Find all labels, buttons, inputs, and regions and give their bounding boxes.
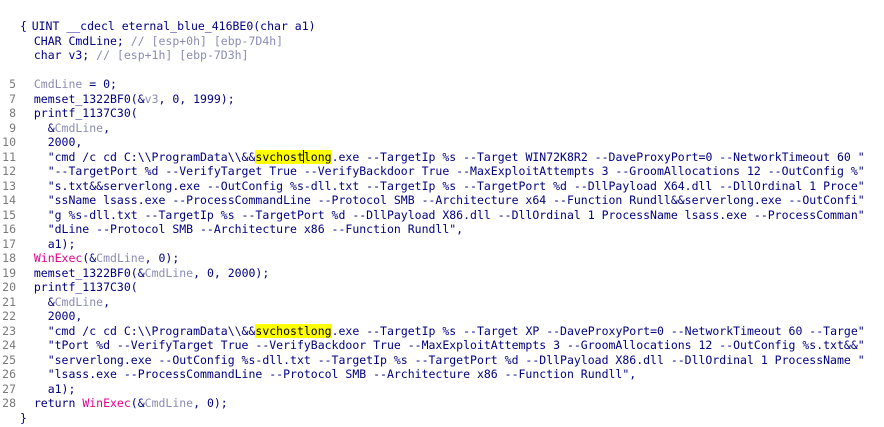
code-token: printf_1137C30 (20, 106, 131, 120)
code-token: "cmd /c cd C:\\ProgramData\\&& (20, 149, 256, 164)
code-token: 2000, (20, 135, 83, 149)
code-line[interactable]: char v3; // [esp+1h] [ebp-7D3h] (0, 47, 249, 63)
code-token: a1); (20, 381, 76, 396)
pseudocode-view[interactable]: UINT __cdecl eternal_blue_416BE0(char a1… (0, 0, 884, 427)
code-token: CmdLine (144, 265, 194, 280)
code-token: return (20, 396, 83, 410)
search-highlight: long (303, 149, 332, 164)
code-token: memset_1322BF0 (20, 265, 131, 280)
code-token: (& (130, 396, 145, 410)
code-token: .exe --TargetIp %s --Target WIN72K8R2 --… (331, 149, 865, 164)
code-token: WinExec (20, 251, 83, 265)
code-token: WinExec (82, 396, 131, 410)
code-token: (& (130, 91, 145, 106)
code-line[interactable]: 28 return WinExec(&CmdLine, 0); (0, 395, 228, 411)
code-token: char v3; (20, 48, 97, 62)
code-token: CmdLine (54, 120, 104, 135)
code-token: CHAR CmdLine; (20, 33, 131, 48)
code-line[interactable]: 26 "lsass.exe --ProcessCommandLine --Pro… (0, 366, 636, 382)
code-token: "g %s-dll.txt --TargetIp %s --TargetPort… (20, 207, 865, 222)
code-token: (& (130, 265, 145, 280)
code-token: v3 (144, 91, 159, 106)
code-line[interactable]: } (0, 410, 27, 426)
code-token: ( (130, 106, 138, 120)
code-token: , 0, 1999); (158, 91, 235, 106)
code-token: // [esp+1h] [ebp-7D3h] (96, 48, 249, 62)
code-token: { (20, 19, 27, 33)
search-highlight: svchostlong (255, 323, 332, 338)
code-token: "cmd /c cd C:\\ProgramData\\&& (20, 323, 256, 338)
code-token: CmdLine (54, 294, 104, 309)
signature-text: UINT __cdecl eternal_blue_416BE0(char a1… (31, 19, 316, 33)
code-token: CmdLine (96, 251, 145, 265)
code-token: & (20, 294, 55, 309)
code-token: // [esp+0h] [ebp-7D4h] (130, 33, 284, 48)
code-token: , 0); (144, 251, 180, 265)
code-token: , (103, 294, 111, 309)
code-token: printf_1137C30 (20, 280, 131, 294)
code-token: , (103, 120, 111, 135)
code-token: "ssName lsass.exe --ProcessCommandLine -… (20, 193, 865, 207)
code-token: = 0; (82, 77, 117, 91)
code-token: CmdLine (144, 396, 194, 410)
code-token: CmdLine (20, 77, 83, 91)
code-token: , 0); (193, 396, 228, 410)
code-token: } (20, 410, 27, 425)
code-token: (& (82, 251, 97, 265)
code-token: a1); (20, 236, 76, 251)
code-token: "s.txt&&serverlong.exe --OutConfig %s-dl… (20, 178, 865, 193)
code-token: & (20, 120, 55, 135)
code-token: .exe --TargetIp %s --Target XP --DavePro… (331, 323, 865, 338)
code-token: , 0, 2000); (193, 265, 270, 280)
code-token: "--TargetPort %d --VerifyTarget True --V… (20, 164, 865, 178)
code-token: memset_1322BF0 (20, 91, 131, 106)
search-highlight: svchost (255, 149, 304, 164)
code-token: ( (130, 280, 138, 294)
code-token: "serverlong.exe --OutConfig %s-dll.txt -… (20, 352, 865, 367)
code-token: "tPort %d --VerifyTarget True --VerifyBa… (20, 338, 865, 352)
function-signature: UINT __cdecl eternal_blue_416BE0(char a1… (0, 2, 316, 33)
code-token: "dLine --Protocol SMB --Architecture x86… (20, 222, 464, 236)
code-token: "lsass.exe --ProcessCommandLine --Protoc… (20, 367, 637, 381)
code-token: 2000, (20, 309, 83, 323)
